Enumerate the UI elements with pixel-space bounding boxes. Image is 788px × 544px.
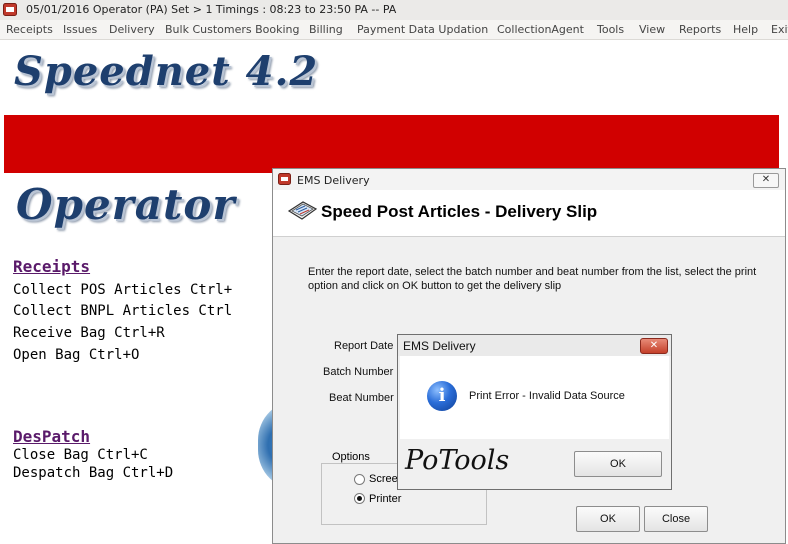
menu-tools[interactable]: Tools [597,23,624,36]
potools-watermark: PoTools [405,445,510,476]
app-title: 05/01/2016 Operator (PA) Set > 1 Timings… [26,3,397,16]
delivery-slip-icon [287,201,318,220]
window-header: Speed Post Articles - Delivery Slip [273,190,785,237]
receive-bag-link[interactable]: Receive Bag Ctrl+R [13,325,165,341]
dialog-title-bar: EMS Delivery ✕ [398,335,671,356]
close-button[interactable]: Close [644,506,708,532]
despatch-heading[interactable]: DesPatch [13,427,90,446]
beat-number-label: Beat Number [329,392,394,404]
batch-number-label: Batch Number [323,366,394,378]
menu-bar: Receipts Issues Delivery Bulk Customers … [0,20,788,40]
window-title: EMS Delivery [297,174,370,187]
product-logo: Speednet 4.2 [14,48,319,95]
receipts-heading[interactable]: Receipts [13,257,90,276]
menu-issues[interactable]: Issues [63,23,97,36]
collect-bnpl-articles-link[interactable]: Collect BNPL Articles Ctrl [13,303,232,319]
printer-radio-dot [357,496,362,501]
header-banner [4,115,779,173]
dialog-message: Print Error - Invalid Data Source [469,390,625,402]
screen-radio[interactable] [354,474,365,485]
ok-button[interactable]: OK [576,506,640,532]
instructions-text: Enter the report date, select the batch … [308,266,757,292]
open-bag-link[interactable]: Open Bag Ctrl+O [13,347,139,363]
menu-reports[interactable]: Reports [679,23,721,36]
menu-billing[interactable]: Billing [309,23,343,36]
print-error-dialog: EMS Delivery ✕ i Print Error - Invalid D… [397,334,672,490]
dialog-ok-button[interactable]: OK [574,451,662,477]
role-logo: Operator [16,180,236,229]
dialog-close-button[interactable]: ✕ [640,338,668,354]
dialog-body: i Print Error - Invalid Data Source [400,356,669,439]
menu-help[interactable]: Help [733,23,758,36]
menu-payment-data-updation[interactable]: Payment Data Updation [357,23,488,36]
window-close-button[interactable]: ✕ [753,173,779,188]
screen-radio-label[interactable]: Scree [369,473,398,485]
printer-radio[interactable] [354,493,365,504]
dialog-title: EMS Delivery [403,339,476,353]
printer-radio-label[interactable]: Printer [369,493,401,505]
app-icon [3,3,17,16]
menu-bulk-customers-booking[interactable]: Bulk Customers Booking [165,23,300,36]
info-icon: i [427,381,457,411]
menu-collection-agent[interactable]: CollectionAgent [497,23,584,36]
collect-pos-articles-link[interactable]: Collect POS Articles Ctrl+ [13,282,232,298]
window-header-title: Speed Post Articles - Delivery Slip [321,202,598,221]
menu-exit[interactable]: Exit [771,23,788,36]
close-bag-link[interactable]: Close Bag Ctrl+C [13,447,148,463]
app-title-bar: 05/01/2016 Operator (PA) Set > 1 Timings… [0,0,788,21]
window-title-bar: EMS Delivery ✕ [273,169,785,190]
despatch-bag-link[interactable]: Despatch Bag Ctrl+D [13,465,173,481]
menu-receipts[interactable]: Receipts [6,23,53,36]
options-group-title: Options [329,451,373,463]
report-date-label: Report Date [334,340,394,352]
menu-delivery[interactable]: Delivery [109,23,155,36]
menu-view[interactable]: View [639,23,665,36]
window-app-icon [278,173,291,185]
